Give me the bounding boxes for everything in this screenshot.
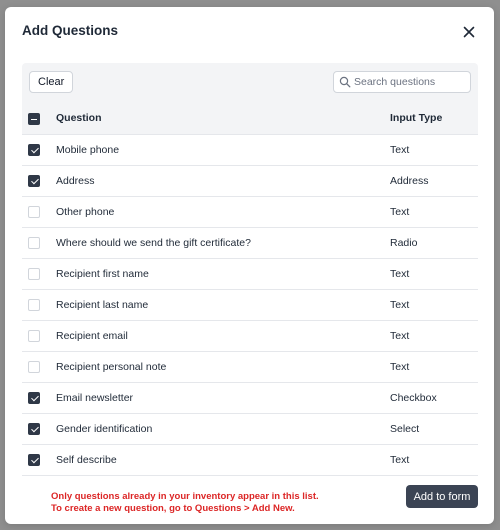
table-row[interactable]: Address Address xyxy=(22,166,478,197)
inventory-note-line-2: To create a new question, go to Question… xyxy=(51,503,295,514)
clear-button[interactable]: Clear xyxy=(29,71,74,93)
question-cell: Recipient last name xyxy=(56,299,149,311)
question-cell: Address xyxy=(56,175,95,187)
questions-table: Question Input Type Mobile phone Text Addr… xyxy=(22,103,478,476)
table-row[interactable]: Gender identification Select xyxy=(22,414,478,445)
table-row[interactable]: Where should we send the gift certificat… xyxy=(22,228,478,259)
row-checkbox[interactable] xyxy=(28,237,40,249)
input-type-cell: Radio xyxy=(390,237,418,249)
input-type-cell: Text xyxy=(390,330,410,342)
add-to-form-button[interactable]: Add to form xyxy=(406,485,478,508)
question-cell: Gender identification xyxy=(56,423,153,435)
input-type-cell: Select xyxy=(390,423,420,435)
table-row[interactable]: Self describe Text xyxy=(22,445,478,476)
inventory-note: Only questions already in your inventory… xyxy=(51,491,319,515)
question-cell: Other phone xyxy=(56,206,115,218)
select-all-checkbox[interactable] xyxy=(28,112,40,125)
search-icon xyxy=(339,76,351,88)
table-toolbar: Clear xyxy=(22,63,478,103)
dialog-title: Add Questions xyxy=(22,23,119,38)
table-row[interactable]: Mobile phone Text xyxy=(22,135,478,166)
question-cell: Self describe xyxy=(56,454,117,466)
input-type-cell: Text xyxy=(390,361,410,373)
question-cell: Recipient personal note xyxy=(56,361,167,373)
add-questions-dialog: Add Questions Clear Question Input Type … xyxy=(5,7,494,524)
input-type-cell: Checkbox xyxy=(390,392,437,404)
row-checkbox[interactable] xyxy=(28,454,40,466)
row-checkbox[interactable] xyxy=(28,392,40,404)
table-row[interactable]: Recipient first name Text xyxy=(22,259,478,290)
question-cell: Mobile phone xyxy=(56,144,120,156)
close-button[interactable] xyxy=(461,24,477,40)
table-body: Mobile phone Text Address Address Other phon… xyxy=(22,135,478,476)
question-cell: Where should we send the gift certificat… xyxy=(56,237,251,249)
input-type-cell: Text xyxy=(390,454,410,466)
search-box[interactable] xyxy=(333,71,471,93)
table-row[interactable]: Recipient email Text xyxy=(22,321,478,352)
row-checkbox[interactable] xyxy=(28,299,40,311)
table-row[interactable]: Recipient last name Text xyxy=(22,290,478,321)
row-checkbox[interactable] xyxy=(28,175,40,187)
input-type-cell: Text xyxy=(390,206,410,218)
close-icon xyxy=(463,26,475,38)
table-row[interactable]: Recipient personal note Text xyxy=(22,352,478,383)
question-cell: Recipient first name xyxy=(56,268,149,280)
table-row[interactable]: Email newsletter Checkbox xyxy=(22,383,478,414)
row-checkbox[interactable] xyxy=(28,268,40,280)
column-header-question: Question xyxy=(56,112,102,124)
inventory-note-line-1: Only questions already in your inventory… xyxy=(51,491,319,502)
row-checkbox[interactable] xyxy=(28,206,40,218)
table-row[interactable]: Other phone Text xyxy=(22,197,478,228)
input-type-cell: Address xyxy=(390,175,429,187)
row-checkbox[interactable] xyxy=(28,423,40,435)
search-input[interactable] xyxy=(354,72,466,92)
row-checkbox[interactable] xyxy=(28,361,40,373)
column-header-input-type: Input Type xyxy=(390,112,443,124)
input-type-cell: Text xyxy=(390,268,410,280)
question-cell: Email newsletter xyxy=(56,392,134,404)
input-type-cell: Text xyxy=(390,299,410,311)
row-checkbox[interactable] xyxy=(28,144,40,156)
input-type-cell: Text xyxy=(390,144,410,156)
row-checkbox[interactable] xyxy=(28,330,40,342)
question-cell: Recipient email xyxy=(56,330,128,342)
table-header: Question Input Type xyxy=(22,103,478,135)
